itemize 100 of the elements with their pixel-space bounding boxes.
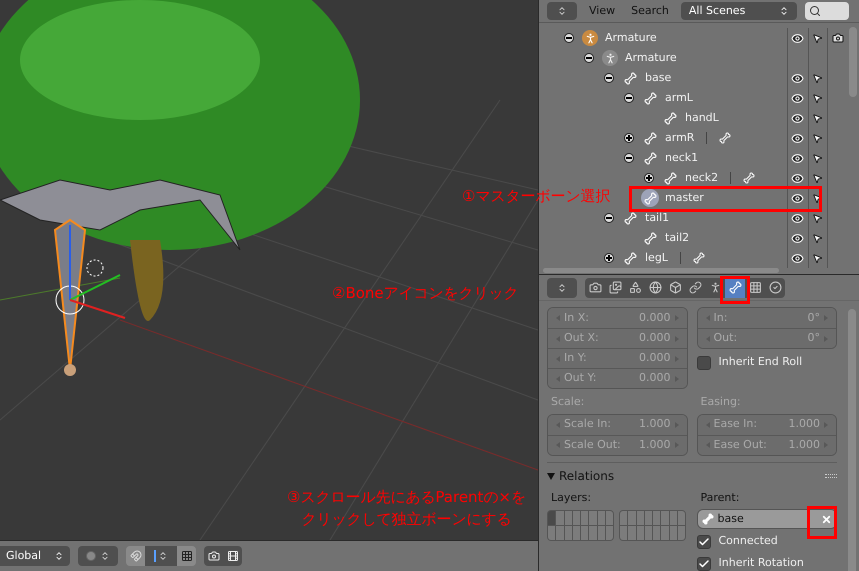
visibility-eye-icon[interactable] [791,152,804,165]
number-field[interactable]: In: 0° [698,308,836,328]
outliner-row[interactable]: Armature [581,48,787,68]
layer-toggle[interactable] [572,511,580,525]
collapse-toggle-icon[interactable] [624,93,634,104]
layer-toggle[interactable] [589,526,596,540]
render-camera-icon[interactable] [832,32,844,44]
snap-element-dropdown[interactable] [145,546,177,566]
collapse-toggle-icon[interactable] [564,33,574,44]
pivot-dropdown[interactable] [78,546,118,566]
layer-toggle[interactable] [678,511,685,525]
layer-toggle[interactable] [581,511,588,525]
number-field[interactable]: Scale In: 1.000 [548,414,686,434]
checkbox[interactable] [696,534,710,548]
clear-parent-icon[interactable] [821,514,832,524]
expand-toggle-icon[interactable] [624,133,634,144]
layer-toggle[interactable] [589,511,596,525]
selectable-cursor-icon[interactable] [812,152,824,164]
parent-field[interactable]: base [696,509,837,529]
collapse-toggle-icon[interactable] [624,153,634,164]
layer-toggle[interactable] [598,511,605,525]
layer-toggle[interactable] [636,511,644,525]
number-field[interactable]: Scale Out: 1.000 [548,434,686,454]
layer-toggle[interactable] [548,526,556,540]
vertical-scrollbar[interactable] [848,309,856,571]
menu-item[interactable]: View [585,2,620,20]
number-field[interactable]: Out: 0° [698,328,836,348]
outliner-row[interactable]: legL [601,248,787,268]
drag-handle-icon[interactable] [825,474,837,478]
layer-toggle[interactable] [636,526,644,540]
layer-toggle[interactable] [661,511,668,525]
visibility-eye-icon[interactable] [791,132,804,145]
scene-filter-dropdown[interactable]: All Scenes [680,2,797,20]
outliner-row[interactable]: neck1 [621,148,787,168]
layer-toggle[interactable] [548,511,556,525]
selectable-cursor-icon[interactable] [812,72,824,84]
editor-type-dropdown[interactable] [547,278,577,298]
layer-toggle[interactable] [678,526,685,540]
outliner-row[interactable]: base [601,68,787,88]
selectable-cursor-icon[interactable] [812,232,824,244]
bone-layers-grid[interactable] [619,510,686,541]
outliner-row[interactable]: tail2 [621,228,787,248]
visibility-eye-icon[interactable] [791,92,804,105]
layer-toggle[interactable] [653,511,660,525]
layer-toggle[interactable] [564,511,572,525]
render-button[interactable] [204,546,223,566]
animation-render-button[interactable] [223,546,242,566]
visibility-eye-icon[interactable] [791,112,804,125]
visibility-eye-icon[interactable] [791,252,804,265]
layer-toggle[interactable] [628,511,636,525]
layer-toggle[interactable] [572,526,580,540]
number-field[interactable]: Ease Out: 1.000 [698,434,836,454]
vertical-scrollbar[interactable] [849,27,857,98]
visibility-eye-icon[interactable] [791,232,804,245]
number-field[interactable]: Ease In: 1.000 [698,414,836,434]
collapse-triangle-icon[interactable] [547,472,555,480]
outliner-row[interactable]: master [621,188,787,208]
editor-type-dropdown[interactable] [547,2,577,20]
collapse-toggle-icon[interactable] [604,213,614,224]
layer-toggle[interactable] [644,526,652,540]
snap-magnet-button[interactable] [126,546,145,566]
visibility-eye-icon[interactable] [791,212,804,225]
horizontal-scrollbar[interactable] [543,268,779,274]
orientation-dropdown[interactable]: Global [0,546,70,566]
layer-toggle[interactable] [620,526,628,540]
layer-toggle[interactable] [556,511,564,525]
outliner-row[interactable]: handL [641,108,787,128]
selectable-cursor-icon[interactable] [812,212,824,224]
layer-toggle[interactable] [644,511,652,525]
layer-toggle[interactable] [620,511,628,525]
selectable-cursor-icon[interactable] [812,92,824,104]
layer-toggle[interactable] [606,511,613,525]
layer-toggle[interactable] [598,526,605,540]
number-field[interactable]: In Y: 0.000 [548,348,686,368]
selectable-cursor-icon[interactable] [812,252,824,264]
layer-toggle[interactable] [564,526,572,540]
visibility-eye-icon[interactable] [791,72,804,85]
snap-target-button[interactable] [177,546,196,566]
number-field[interactable]: Out Y: 0.000 [548,368,686,388]
number-field[interactable]: In X: 0.000 [548,308,686,328]
outliner-row[interactable]: Armature [561,28,787,48]
collapse-toggle-icon[interactable] [604,73,614,84]
context-tab[interactable] [765,278,785,298]
expand-toggle-icon[interactable] [644,173,654,184]
visibility-eye-icon[interactable] [791,192,804,205]
selectable-cursor-icon[interactable] [812,132,824,144]
context-tab[interactable] [725,278,745,298]
layer-toggle[interactable] [653,526,660,540]
layer-toggle[interactable] [628,526,636,540]
layer-toggle[interactable] [581,526,588,540]
expand-toggle-icon[interactable] [604,253,614,264]
checkbox[interactable] [696,356,710,370]
search-button[interactable] [804,2,849,20]
selectable-cursor-icon[interactable] [812,172,824,184]
selectable-cursor-icon[interactable] [812,32,824,44]
outliner-row[interactable]: armL [621,88,787,108]
outliner-row[interactable]: neck2 [641,168,787,188]
visibility-eye-icon[interactable] [791,32,804,45]
checkbox[interactable] [696,556,710,570]
context-tab[interactable] [585,278,605,298]
